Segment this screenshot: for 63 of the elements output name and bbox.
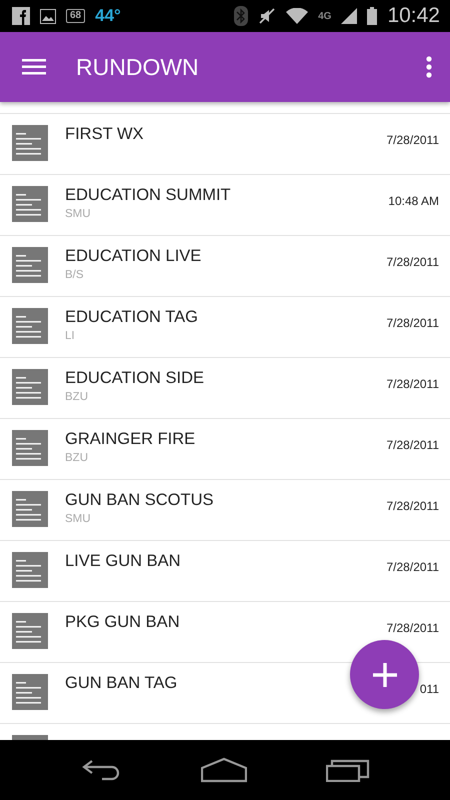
document-icon xyxy=(12,430,48,466)
item-date: 7/28/2011 xyxy=(386,560,439,574)
clock-time: 10:42 xyxy=(387,4,440,28)
rundown-item[interactable]: GUN BAN SCOTUS SMU 7/28/2011 xyxy=(0,479,450,540)
document-icon xyxy=(12,369,48,405)
add-button[interactable] xyxy=(350,640,419,709)
back-icon[interactable] xyxy=(80,758,122,782)
item-date: 7/28/2011 xyxy=(386,255,439,269)
item-subtitle: BZU xyxy=(65,452,88,464)
network-type: 4G xyxy=(318,10,332,22)
document-icon xyxy=(12,186,48,222)
rundown-item[interactable]: EDUCATION SUMMIT SMU 10:48 AM xyxy=(0,174,450,235)
item-subtitle: SMU xyxy=(65,513,91,525)
item-date: 7/28/2011 xyxy=(386,438,439,452)
rundown-item[interactable]: FIRST WX 7/28/2011 xyxy=(0,113,450,174)
document-icon xyxy=(12,491,48,527)
item-date: 7/28/2011 xyxy=(386,316,439,330)
item-title: EDUCATION LIVE xyxy=(65,247,202,266)
signal-icon xyxy=(341,8,358,24)
battery-level-badge: 68 xyxy=(66,9,86,23)
item-title: LIVE GUN BAN xyxy=(65,552,181,571)
item-subtitle: BZU xyxy=(65,391,88,403)
rundown-item[interactable]: EDUCATION SIDE BZU 7/28/2011 xyxy=(0,357,450,418)
item-date: 7/28/2011 xyxy=(386,621,439,635)
item-subtitle: SMU xyxy=(65,208,91,220)
recent-apps-icon[interactable] xyxy=(326,758,370,782)
bluetooth-icon xyxy=(234,6,248,26)
more-options-icon[interactable] xyxy=(426,56,432,78)
item-date: 7/28/2011 xyxy=(386,133,439,147)
item-title: GRAINGER FIRE xyxy=(65,430,196,449)
document-icon xyxy=(12,552,48,588)
menu-icon[interactable] xyxy=(22,58,46,76)
image-icon xyxy=(40,8,56,24)
item-title: EDUCATION SUMMIT xyxy=(65,186,231,205)
app-title: RUNDOWN xyxy=(76,54,200,80)
item-date: 7/28/2011 xyxy=(386,377,439,391)
document-icon xyxy=(12,308,48,344)
item-title: PKG GUN BAN xyxy=(65,613,180,632)
document-icon xyxy=(12,674,48,710)
item-subtitle: B/S xyxy=(65,269,84,281)
rundown-item[interactable]: EDUCATION TAG LI 7/28/2011 xyxy=(0,296,450,357)
item-date: 7/28/2011 xyxy=(386,499,439,513)
rundown-item[interactable]: GRAINGER FIRE BZU 7/28/2011 xyxy=(0,418,450,479)
rundown-item[interactable]: LIVE GUN BAN 7/28/2011 xyxy=(0,540,450,601)
battery-icon xyxy=(367,7,378,25)
item-subtitle: LI xyxy=(65,330,75,342)
plus-icon xyxy=(372,662,398,688)
rundown-item[interactable]: EDUCATION LIVE B/S 7/28/2011 xyxy=(0,235,450,296)
wifi-icon xyxy=(286,8,308,24)
document-icon xyxy=(12,125,48,161)
facebook-icon xyxy=(12,7,30,25)
item-title: EDUCATION SIDE xyxy=(65,369,204,388)
item-date: 011 xyxy=(420,682,439,696)
item-title: GUN BAN SCOTUS xyxy=(65,491,214,510)
document-icon xyxy=(12,613,48,649)
item-title: GUN BAN TAG xyxy=(65,674,178,693)
home-icon[interactable] xyxy=(200,757,247,783)
item-title: FIRST WX xyxy=(65,125,144,144)
item-date: 10:48 AM xyxy=(388,194,439,208)
document-icon xyxy=(12,247,48,283)
temperature: 44° xyxy=(95,6,121,26)
item-title: EDUCATION TAG xyxy=(65,308,198,327)
muted-icon xyxy=(258,7,276,25)
